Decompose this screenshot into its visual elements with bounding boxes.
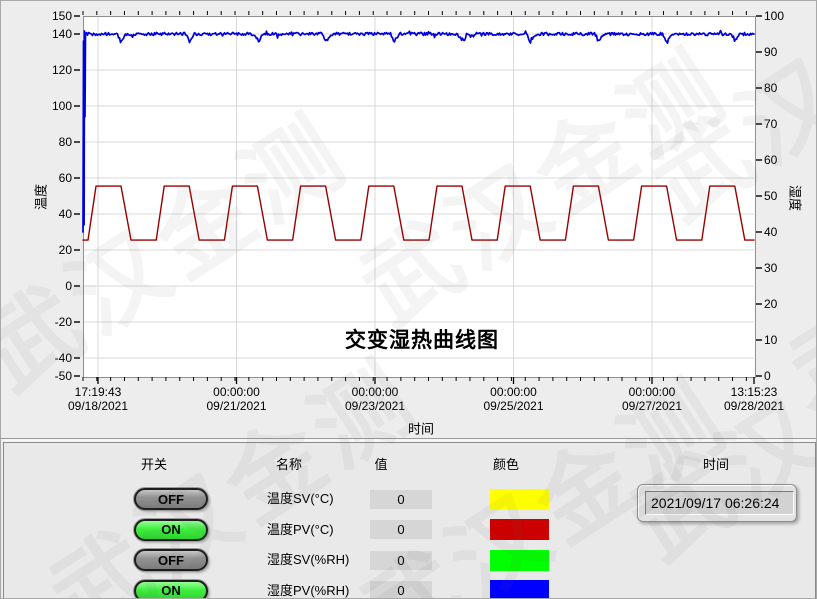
y-left-tick-label: -40 (38, 351, 72, 365)
y-right-tick-label: 50 (764, 189, 777, 203)
x-tick-label: 13:15:2309/28/2021 (706, 386, 802, 413)
x-tick-time: 00:00:00 (327, 386, 423, 400)
x-tick-time: 00:00:00 (189, 386, 285, 400)
y-right-tick-label: 90 (764, 45, 777, 59)
y-right-tick-label: 0 (764, 369, 771, 383)
header-time: 时间 (703, 454, 729, 473)
y-left-tick-label: 150 (38, 9, 72, 23)
y-left-tick-label: 20 (38, 243, 72, 257)
y-right-tick-label: 60 (764, 153, 777, 167)
color-swatch (490, 489, 549, 510)
header-value: 值 (374, 454, 387, 473)
x-tick-time: 00:00:00 (466, 386, 562, 400)
y-right-tick-label: 40 (764, 225, 777, 239)
row-name-label: 温度SV(°C) (267, 491, 334, 507)
chart-title: 交变湿热曲线图 (345, 324, 499, 354)
x-tick-date: 09/21/2021 (189, 400, 285, 414)
x-tick-label: 00:00:0009/25/2021 (466, 386, 562, 413)
y-left-tick-label: -50 (38, 369, 72, 383)
control-panel: 开关 名称 值 颜色 时间 OFF 温度SV(°C) 0 ON 温度PV(°C) 0 OFF… (3, 442, 816, 599)
value-display: 0 (370, 490, 432, 509)
y-left-tick-label: 0 (38, 279, 72, 293)
switch-button-on[interactable]: ON (134, 580, 208, 599)
x-axis-title: 时间 (408, 419, 434, 438)
x-tick-label: 17:19:4309/18/2021 (50, 386, 146, 413)
switch-button-off[interactable]: OFF (134, 549, 208, 571)
chart-canvas (1, 1, 817, 442)
x-tick-label: 00:00:0009/21/2021 (189, 386, 285, 413)
time-display: 2021/09/17 06:26:24 (645, 491, 794, 515)
row-name-label: 温度PV(°C) (267, 522, 334, 538)
header-color: 颜色 (493, 454, 519, 473)
switch-button-off[interactable]: OFF (134, 488, 208, 510)
x-tick-date: 09/25/2021 (466, 400, 562, 414)
header-switch: 开关 (141, 454, 167, 473)
y-left-tick-label: -20 (38, 315, 72, 329)
x-tick-label: 00:00:0009/23/2021 (327, 386, 423, 413)
y-right-tick-label: 10 (764, 333, 777, 347)
app-window: 交变湿热曲线图 温度 湿度 时间 150140120100806040200-2… (0, 0, 817, 599)
x-tick-time: 00:00:00 (604, 386, 700, 400)
temperature-pv-line (83, 186, 754, 240)
row-name-label: 湿度SV(%RH) (267, 552, 349, 568)
y-right-tick-label: 80 (764, 81, 777, 95)
y-right-tick-label: 70 (764, 117, 777, 131)
color-swatch (490, 550, 549, 571)
color-swatch (490, 519, 549, 540)
x-tick-date: 09/27/2021 (604, 400, 700, 414)
chart-section: 交变湿热曲线图 温度 湿度 时间 150140120100806040200-2… (1, 1, 817, 439)
row-name-label: 湿度PV(%RH) (267, 583, 349, 599)
humidity-pv-line (83, 31, 754, 232)
y-right-tick-label: 20 (764, 297, 777, 311)
y-left-tick-label: 40 (38, 207, 72, 221)
x-tick-date: 09/23/2021 (327, 400, 423, 414)
y-left-tick-label: 60 (38, 171, 72, 185)
y-left-tick-label: 80 (38, 135, 72, 149)
y-right-tick-label: 100 (764, 9, 784, 23)
y-axis-right-title: 湿度 (787, 185, 806, 211)
x-tick-time: 13:15:23 (706, 386, 802, 400)
y-left-tick-label: 120 (38, 63, 72, 77)
x-tick-date: 09/28/2021 (706, 400, 802, 414)
y-left-tick-label: 100 (38, 99, 72, 113)
x-tick-label: 00:00:0009/27/2021 (604, 386, 700, 413)
y-left-tick-label: 140 (38, 27, 72, 41)
switch-button-on[interactable]: ON (134, 519, 208, 541)
time-display-frame: 2021/09/17 06:26:24 (637, 484, 797, 522)
value-display: 0 (370, 581, 432, 599)
x-tick-time: 17:19:43 (50, 386, 146, 400)
header-name: 名称 (276, 454, 302, 473)
color-swatch (490, 580, 549, 599)
value-display: 0 (370, 551, 432, 570)
y-right-tick-label: 30 (764, 261, 777, 275)
value-display: 0 (370, 520, 432, 539)
x-tick-date: 09/18/2021 (50, 400, 146, 414)
